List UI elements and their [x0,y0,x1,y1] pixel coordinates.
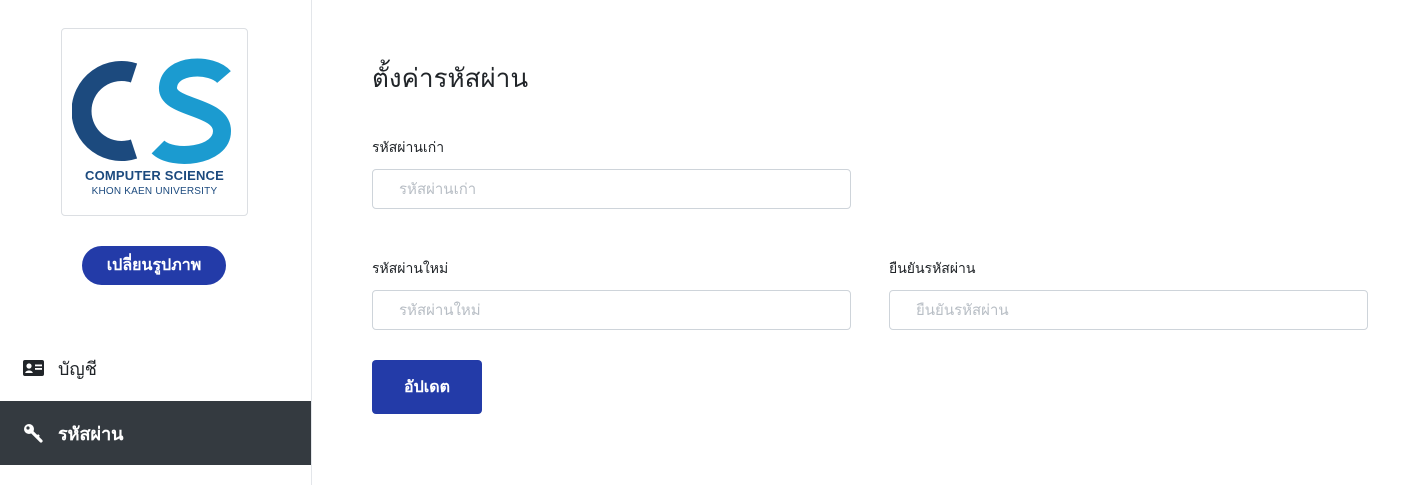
confirm-password-label: ยืนยันรหัสผ่าน [889,261,976,277]
logo-text-khon-kaen-university: KHON KAEN UNIVERSITY [91,186,218,197]
id-card-icon [22,357,44,379]
logo-text-computer-science: COMPUTER SCIENCE [85,168,224,183]
settings-page: COMPUTER SCIENCE KHON KAEN UNIVERSITY เป… [0,0,1424,485]
page-title: ตั้งค่ารหัสผ่าน [372,64,529,94]
new-password-input[interactable] [372,290,851,330]
sidebar: COMPUTER SCIENCE KHON KAEN UNIVERSITY เป… [0,0,312,485]
sidebar-item-label: บัญชี [58,358,97,380]
change-photo-button[interactable]: เปลี่ยนรูปภาพ [82,246,226,285]
confirm-password-input[interactable] [889,290,1368,330]
sidebar-item-account[interactable]: บัญชี [0,336,311,400]
sidebar-item-label: รหัสผ่าน [58,423,124,445]
update-button[interactable]: อัปเดต [372,360,482,414]
new-password-label: รหัสผ่านใหม่ [372,261,449,277]
sidebar-item-password[interactable]: รหัสผ่าน [0,401,311,465]
key-icon [22,422,44,444]
old-password-label: รหัสผ่านเก่า [372,140,445,156]
password-settings-form: ตั้งค่ารหัสผ่าน รหัสผ่านเก่า รหัสผ่านใหม… [372,0,1372,485]
cs-logo-mark-icon [72,58,232,164]
old-password-input[interactable] [372,169,851,209]
cs-kku-logo: COMPUTER SCIENCE KHON KAEN UNIVERSITY [61,28,248,216]
